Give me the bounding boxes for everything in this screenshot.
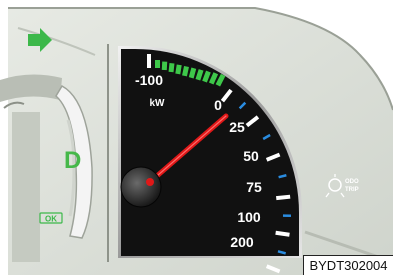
scale-label-0: 0 <box>214 97 222 113</box>
regen-segment <box>155 60 160 68</box>
ok-indicator-label: OK <box>45 215 57 224</box>
left-gauge-window <box>12 112 40 262</box>
needle-hub <box>120 166 162 208</box>
scale-label-200: 200 <box>230 234 254 250</box>
scale-label-100: 100 <box>237 209 261 225</box>
scale-label-minus-100: -100 <box>135 72 163 88</box>
gear-indicator: D <box>64 147 81 174</box>
regen-segment <box>161 61 168 71</box>
regen-segment <box>168 62 175 73</box>
reference-code-tag: BYDT302004 <box>303 255 393 275</box>
major-tick <box>275 230 290 237</box>
odo-label: ODO <box>345 179 359 185</box>
scale-start-mark <box>147 54 151 68</box>
trip-label: TRIP <box>345 187 359 193</box>
scale-label-25: 25 <box>229 119 245 135</box>
scale-label-75: 75 <box>246 179 262 195</box>
instrument-cluster: D OK -100 kW 0 25 50 75 100 200 ODO TRIP… <box>0 0 393 275</box>
unit-label-kw: kW <box>150 98 166 109</box>
scale-label-50: 50 <box>243 148 259 164</box>
needle-pivot <box>146 178 154 186</box>
major-tick <box>276 194 291 201</box>
cluster-illustration: D OK -100 kW 0 25 50 75 100 200 ODO TRIP <box>0 0 393 275</box>
